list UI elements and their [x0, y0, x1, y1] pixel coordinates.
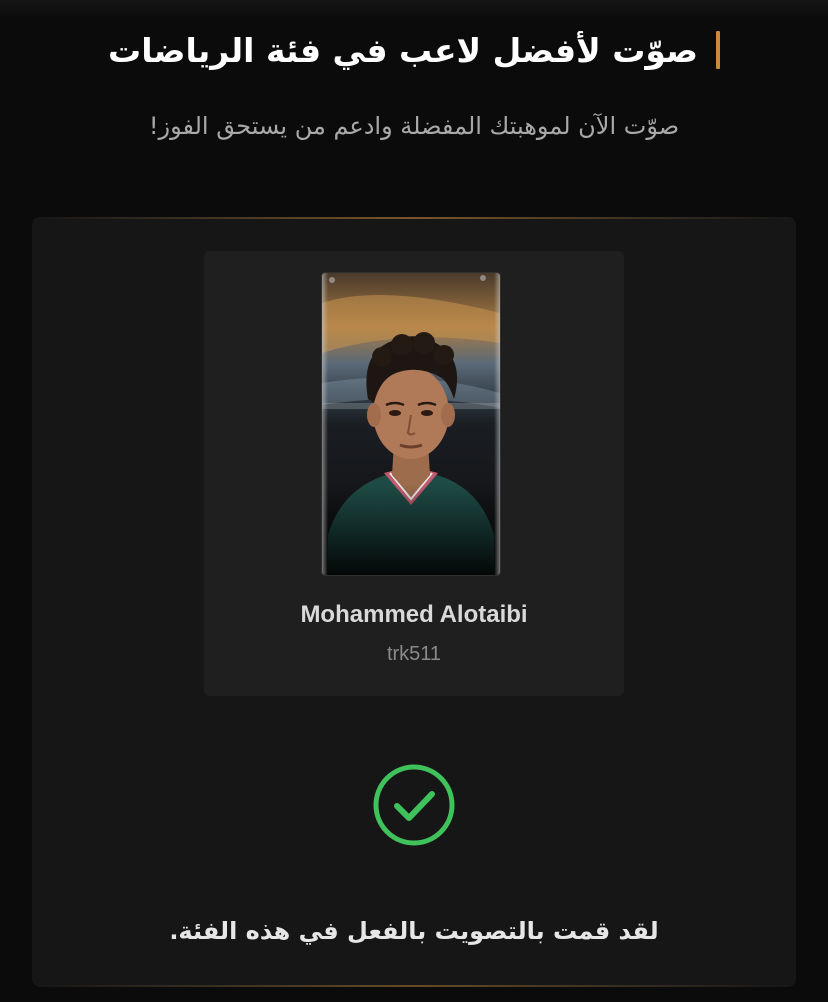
voting-panel: Mohammed Alotaibi trk511 لقد قمت بالتصوي…	[32, 217, 796, 987]
page-title: صوّت لأفضل لاعب في فئة الرياضات	[108, 30, 698, 70]
panel-bottom-glow	[32, 985, 796, 987]
nominee-portrait-image	[322, 273, 500, 575]
title-accent-bar	[715, 31, 720, 69]
check-circle-icon	[373, 764, 455, 846]
already-voted-message: لقد قمت بالتصويت بالفعل في هذه الفئة.	[169, 917, 659, 945]
page-title-row: صوّت لأفضل لاعب في فئة الرياضات	[0, 24, 828, 76]
nominee-card[interactable]: Mohammed Alotaibi trk511	[204, 251, 624, 696]
top-strip	[0, 0, 828, 18]
panel-top-glow	[32, 217, 796, 219]
nominee-photo	[322, 273, 500, 575]
nominee-handle: trk511	[386, 643, 442, 665]
nominee-name: Mohammed Alotaibi	[300, 601, 528, 628]
vote-page: صوّت لأفضل لاعب في فئة الرياضات صوّت الآ…	[0, 0, 828, 1002]
page-subtitle: صوّت الآن لموهبتك المفضلة وادعم من يستحق…	[148, 112, 680, 140]
